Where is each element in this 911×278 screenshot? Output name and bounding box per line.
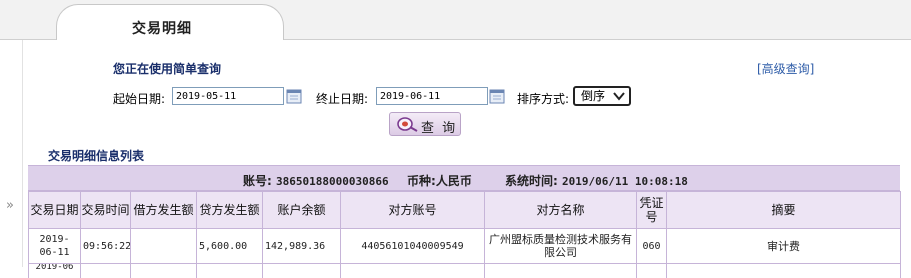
currency-label: 币种: (407, 174, 436, 188)
query-button[interactable]: 查 询 (389, 112, 461, 136)
end-date-input[interactable]: 2019-06-11 (376, 87, 488, 105)
header-credit: 贷方发生额 (197, 192, 263, 229)
header-counterparty-name: 对方名称 (485, 192, 637, 229)
account-label: 账号: (243, 174, 272, 188)
account-value: 38650188000030866 (276, 175, 389, 188)
start-date-input[interactable]: 2019-05-11 (172, 87, 284, 105)
currency-value: 人民币 (436, 174, 472, 188)
list-title: 交易明细信息列表 (48, 147, 144, 164)
header-trade-date: 交易日期 (29, 192, 81, 229)
advanced-query-link[interactable]: [高级查询] (757, 60, 814, 77)
transaction-table: 交易日期 交易时间 借方发生额 贷方发生额 账户余额 对方账号 对方名称 凭证号… (28, 191, 901, 278)
expand-arrow-icon[interactable]: » (6, 198, 14, 213)
system-time-label: 系统时间: (505, 174, 558, 188)
header-debit: 借方发生额 (131, 192, 197, 229)
tab-label[interactable]: 交易明细 (132, 18, 192, 38)
header-voucher-no: 凭证号 (637, 192, 667, 229)
cell-trade-date: 2019-06 (29, 264, 81, 278)
search-magnifier-icon (397, 116, 419, 132)
cell-debit (131, 229, 197, 264)
sort-select[interactable]: 倒序 (573, 86, 631, 106)
header-summary: 摘要 (667, 192, 901, 229)
sort-select-value: 倒序 (581, 89, 605, 103)
chevron-down-icon (613, 91, 625, 101)
cell-summary: 审计费 (667, 229, 901, 264)
query-button-label: 查 询 (421, 117, 457, 136)
table-row[interactable]: 2019-06 (29, 264, 901, 278)
calendar-icon[interactable] (489, 87, 505, 105)
account-info-bar: 账号: 38650188000030866 币种:人民币 系统时间: 2019/… (28, 165, 900, 191)
table-row[interactable]: 2019-06-11 09:56:22 5,600.00 142,989.36 … (29, 229, 901, 264)
header-counterparty-account: 对方账号 (341, 192, 485, 229)
cell-credit: 5,600.00 (197, 229, 263, 264)
system-time-value: 2019/06/11 10:08:18 (562, 175, 688, 188)
currency-info: 币种:人民币 (407, 172, 472, 189)
cell-counterparty-name: 广州盟标质量检测技术服务有限公司 (485, 229, 637, 264)
calendar-icon[interactable] (286, 87, 302, 105)
cell-counterparty-account: 44056101040009549 (341, 229, 485, 264)
header-trade-time: 交易时间 (81, 192, 131, 229)
header-balance: 账户余额 (263, 192, 341, 229)
sort-label: 排序方式: (517, 90, 569, 107)
tab-bar: 交易明细 (0, 0, 911, 40)
start-date-label: 起始日期: (113, 90, 165, 107)
cell-trade-date: 2019-06-11 (29, 229, 81, 264)
cell-voucher-no: 060 (637, 229, 667, 264)
query-mode-text: 您正在使用简单查询 (113, 60, 221, 77)
account-info: 账号: 38650188000030866 (243, 172, 389, 189)
system-time-info: 系统时间: 2019/06/11 10:08:18 (505, 172, 688, 189)
cell-trade-time: 09:56:22 (81, 229, 131, 264)
table-header-row: 交易日期 交易时间 借方发生额 贷方发生额 账户余额 对方账号 对方名称 凭证号… (29, 192, 901, 229)
cell-balance: 142,989.36 (263, 229, 341, 264)
end-date-label: 终止日期: (316, 90, 368, 107)
